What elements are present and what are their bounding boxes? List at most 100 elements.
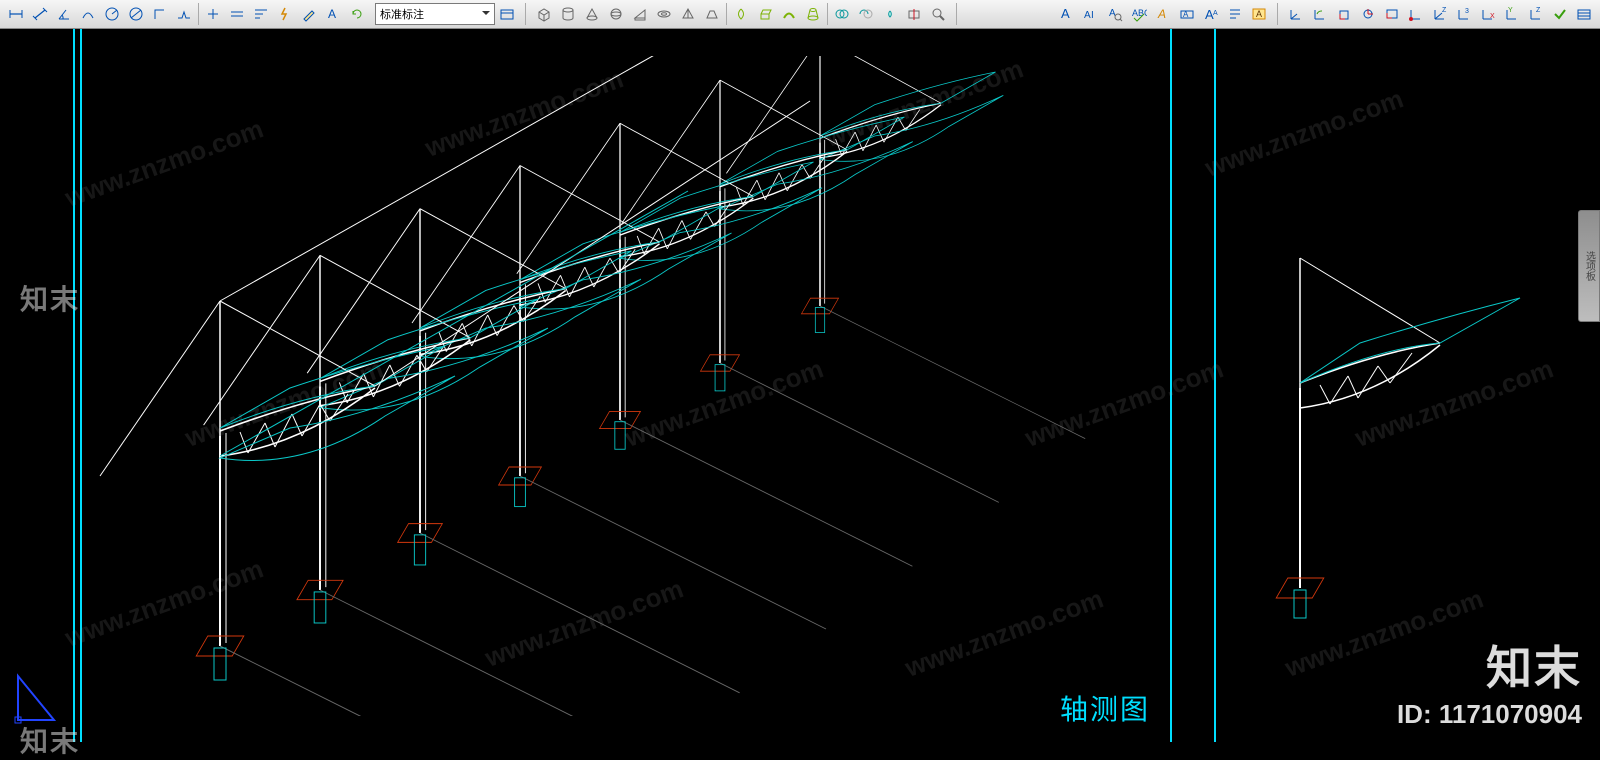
dim-aligned-button[interactable] [29, 3, 51, 25]
solid-sphere-button[interactable] [605, 3, 627, 25]
frame-left [80, 28, 82, 742]
dim-style-manager-button[interactable] [496, 3, 518, 25]
svg-text:A: A [328, 7, 336, 21]
solid-zoom-button[interactable] [927, 3, 949, 25]
dim-angular-button[interactable] [53, 3, 75, 25]
main-toolbar: A 标准标注 A [0, 0, 1600, 29]
svg-text:A: A [1061, 6, 1070, 21]
dim-radius-button[interactable] [101, 3, 123, 25]
solid-polysolid-button[interactable] [701, 3, 723, 25]
svg-text:X: X [1490, 13, 1495, 20]
svg-text:A: A [1213, 10, 1218, 17]
svg-text:ABC: ABC [1132, 8, 1147, 18]
ucs-origin-button[interactable] [1405, 3, 1427, 25]
svg-text:Z: Z [1442, 7, 1447, 14]
ucs-x-button[interactable]: X [1477, 3, 1499, 25]
solid-box-button[interactable] [533, 3, 555, 25]
toolbar-divider [726, 3, 727, 25]
text-find-button[interactable]: A [1104, 3, 1126, 25]
ucs-face-button[interactable] [1333, 3, 1355, 25]
text-justify-button[interactable] [1224, 3, 1246, 25]
svg-text:I: I [1091, 10, 1094, 21]
toolbar-divider [198, 3, 199, 25]
solid-torus-button[interactable] [653, 3, 675, 25]
ucs-world-button[interactable] [1285, 3, 1307, 25]
right-palette-label: 选项板 [1582, 251, 1597, 281]
solid-pyramid-button[interactable] [677, 3, 699, 25]
text-style-button[interactable]: A [1152, 3, 1174, 25]
ucs-3point-button[interactable]: 3 [1453, 3, 1475, 25]
ucs-z-button[interactable]: Z [1525, 3, 1547, 25]
isometric-drawing [90, 56, 1170, 716]
toolbar-group-ucs: Z 3 X Y Z [1280, 0, 1600, 28]
solid-wedge-button[interactable] [629, 3, 651, 25]
svg-text:A: A [1109, 8, 1116, 19]
dim-update-button[interactable] [346, 3, 368, 25]
dim-baseline-button[interactable] [250, 3, 272, 25]
ucs-object-button[interactable] [1357, 3, 1379, 25]
svg-text:Z: Z [1536, 7, 1541, 14]
view-title: 轴测图 [1060, 688, 1150, 728]
dim-jogged-button[interactable] [173, 3, 195, 25]
solid-cone-button[interactable] [581, 3, 603, 25]
text-single-button[interactable]: A [1056, 3, 1078, 25]
solid-subtract-button[interactable] [855, 3, 877, 25]
svg-text:A: A [1084, 10, 1091, 21]
brand-logo-left: 知末 [20, 278, 80, 318]
text-scale-button[interactable]: AA [1200, 3, 1222, 25]
svg-text:Y: Y [1508, 7, 1513, 14]
svg-text:A: A [1256, 9, 1262, 19]
svg-text:A: A [1183, 10, 1189, 19]
svg-text:A: A [1157, 7, 1166, 21]
right-palette-collapsed[interactable]: 选项板 [1578, 210, 1600, 322]
text-spell-button[interactable]: ABC [1128, 3, 1150, 25]
ucs-apply-button[interactable] [1549, 3, 1571, 25]
toolbar-group-solids [528, 0, 954, 28]
dim-text-edit-button[interactable]: A [322, 3, 344, 25]
ucs-previous-button[interactable] [1309, 3, 1331, 25]
dim-linear-button[interactable] [5, 3, 27, 25]
solid-cylinder-button[interactable] [557, 3, 579, 25]
text-multi-button[interactable]: AI [1080, 3, 1102, 25]
ucs-view-button[interactable] [1381, 3, 1403, 25]
dim-arc-button[interactable] [77, 3, 99, 25]
solid-intersect-button[interactable] [879, 3, 901, 25]
brand-logo-cn: 知末 [1486, 632, 1582, 698]
dimension-style-label: 标准标注 [380, 6, 424, 22]
frame-outer-left [73, 28, 75, 742]
solid-slice-button[interactable] [903, 3, 925, 25]
solid-union-button[interactable] [831, 3, 853, 25]
watermark-text: www.znzmo.com [1201, 83, 1408, 183]
text-field-button[interactable]: A [1176, 3, 1198, 25]
dim-edit-button[interactable] [298, 3, 320, 25]
toolbar-group-text: A AI A ABC A A AA A [1051, 0, 1275, 28]
solid-revolve-button[interactable] [730, 3, 752, 25]
brand-id-label: ID: 1171070904 [1397, 699, 1582, 730]
toolbar-group-dimension: A 标准标注 [0, 0, 523, 28]
dim-quick-button[interactable] [274, 3, 296, 25]
toolbar-divider [1277, 3, 1278, 25]
frame-outer-right [1214, 28, 1216, 742]
drawing-canvas[interactable]: www.znzmo.com www.znzmo.com www.znzmo.co… [0, 28, 1600, 742]
dim-ordinate-button[interactable] [149, 3, 171, 25]
solid-sweep-button[interactable] [778, 3, 800, 25]
svg-text:3: 3 [1465, 8, 1469, 15]
solid-extrude-button[interactable] [754, 3, 776, 25]
toolbar-divider [956, 3, 957, 25]
toolbar-divider [525, 3, 526, 25]
svg-text:A: A [1205, 7, 1214, 22]
toolbar-divider [827, 3, 828, 25]
text-background-button[interactable]: A [1248, 3, 1270, 25]
ucs-zaxis-button[interactable]: Z [1429, 3, 1451, 25]
dim-center-button[interactable] [202, 3, 224, 25]
dim-diameter-button[interactable] [125, 3, 147, 25]
ucs-y-button[interactable]: Y [1501, 3, 1523, 25]
dimension-style-dropdown[interactable]: 标准标注 [375, 3, 495, 25]
ucs-icon [12, 664, 72, 724]
dim-continue-button[interactable] [226, 3, 248, 25]
ucs-named-button[interactable] [1573, 3, 1595, 25]
brand-logo-left: 知末 [20, 720, 80, 760]
isometric-drawing-2 [1260, 228, 1600, 648]
frame-right [1170, 28, 1172, 742]
solid-loft-button[interactable] [802, 3, 824, 25]
